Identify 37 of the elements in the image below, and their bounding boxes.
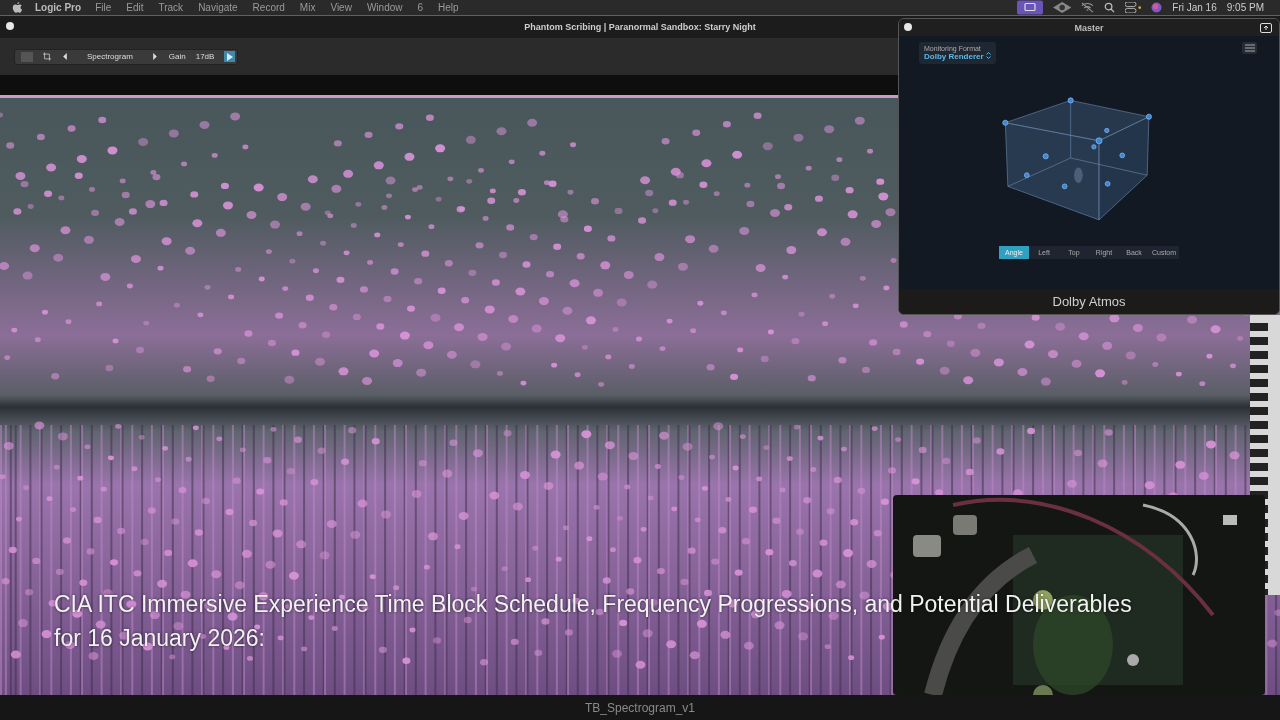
file-name: TB_Spectrogram_v1: [584, 700, 696, 715]
window-title: Phantom Scribing | Paranormal Sandbox: Starry Night: [524, 22, 756, 32]
menu-bar-date[interactable]: Fri Jan 16: [1172, 2, 1217, 13]
gain-value[interactable]: 17dB: [195, 52, 215, 61]
gain-label: Gain: [168, 52, 186, 61]
menu-item[interactable]: Navigate: [198, 2, 238, 13]
wifi-off-icon[interactable]: [1080, 2, 1094, 13]
diamond-icon[interactable]: [1052, 2, 1071, 13]
siri-icon[interactable]: [1151, 2, 1163, 13]
search-icon[interactable]: [1103, 2, 1115, 13]
crop-icon[interactable]: [43, 52, 51, 61]
menu-bar-time[interactable]: 9:05 PM: [1226, 2, 1264, 13]
menu-item[interactable]: Track: [158, 2, 184, 13]
menu-item[interactable]: 6: [417, 2, 424, 13]
menu-item[interactable]: Edit: [126, 2, 144, 13]
window-title: Master: [1074, 22, 1104, 33]
apple-icon[interactable]: [12, 1, 23, 14]
upload-icon[interactable]: [1260, 23, 1272, 33]
list-button[interactable]: [1242, 42, 1257, 54]
menu-item[interactable]: Mix: [299, 2, 316, 13]
app-menu[interactable]: Logic Pro: [35, 2, 82, 13]
control-center-icon[interactable]: [1124, 2, 1142, 13]
previous-arrow-icon[interactable]: [61, 52, 69, 61]
close-button[interactable]: [6, 22, 14, 30]
preset-name[interactable]: Spectrogram: [87, 52, 133, 61]
menu-item[interactable]: Record: [252, 2, 285, 13]
menu-item[interactable]: View: [330, 2, 352, 13]
plugin-thumbnail-icon: [21, 51, 33, 62]
chevron-icon: [985, 52, 991, 59]
close-button[interactable]: [904, 23, 912, 31]
menu-item[interactable]: File: [95, 2, 112, 13]
plugin-name: Dolby Atmos: [1052, 294, 1126, 309]
next-arrow-icon[interactable]: [150, 52, 159, 61]
play-button[interactable]: [224, 51, 236, 62]
menu-item[interactable]: Help: [438, 2, 459, 13]
menu-item[interactable]: Window: [366, 2, 403, 13]
screen-share-icon[interactable]: [1016, 0, 1043, 15]
